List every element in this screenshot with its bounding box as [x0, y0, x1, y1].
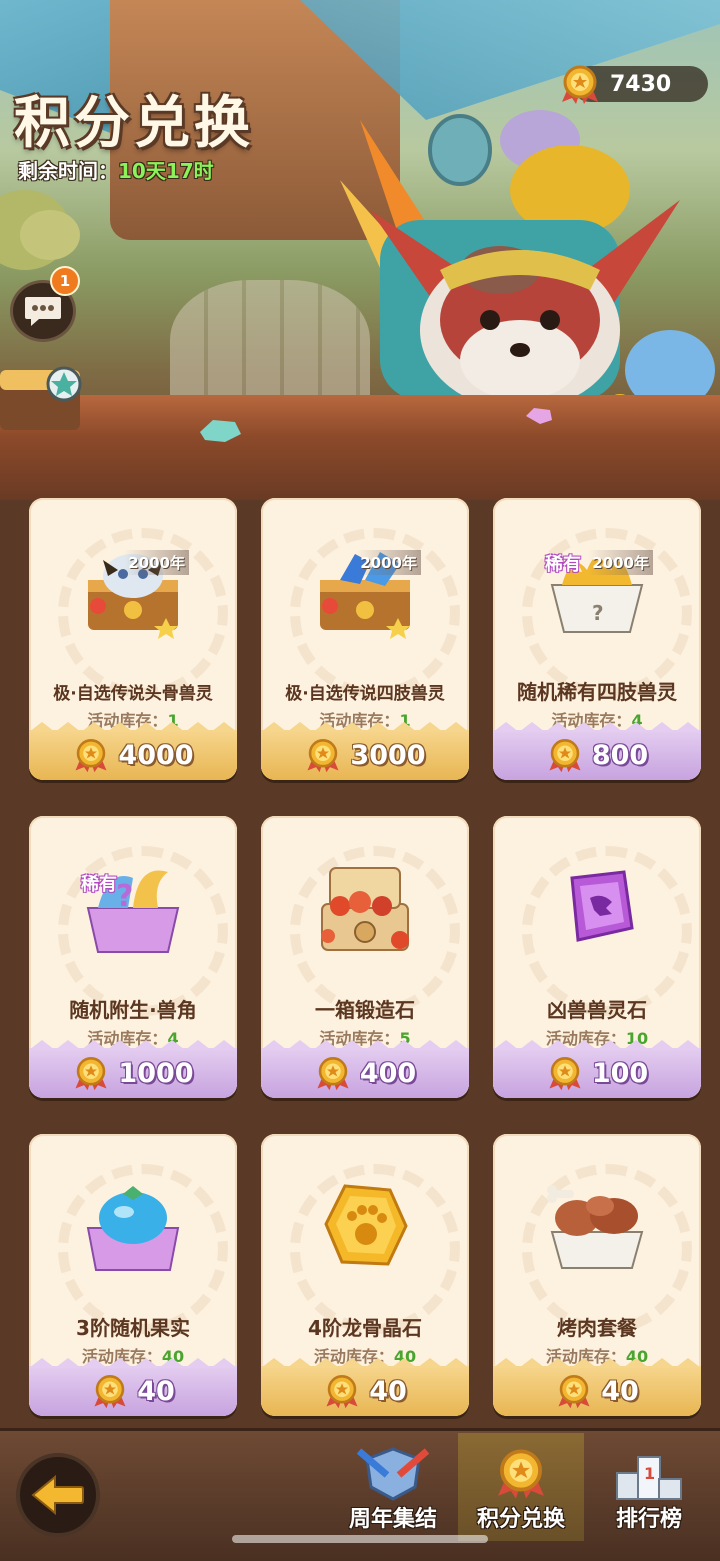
bush-decoration: [20, 210, 80, 260]
svg-text:?: ?: [116, 879, 133, 914]
gem-decoration: [526, 408, 552, 424]
item-price: 400: [359, 1057, 417, 1089]
price-bar: 3000: [261, 720, 469, 780]
exchange-item-card[interactable]: 4阶龙骨晶石 活动库存：40 40: [261, 1134, 469, 1416]
item-name: 随机附生·兽角: [69, 998, 197, 1022]
timer-value: 10天17时: [118, 159, 214, 183]
points-medal-icon: [326, 1375, 358, 1409]
home-indicator[interactable]: [232, 1535, 488, 1543]
exchange-item-card[interactable]: 3阶随机果实 活动库存：40 40: [29, 1134, 237, 1416]
chat-bubble-icon: [25, 297, 61, 326]
item-name: 烤肉套餐: [557, 1316, 637, 1340]
exchange-grid: 2000年 极·自选传说头骨兽灵 活动库存：1 4000 2000年: [0, 490, 720, 1430]
points-medal-icon: [558, 1375, 590, 1409]
rare-tag: 稀有: [545, 554, 581, 575]
blue-fruit-box-icon: [86, 1186, 180, 1271]
price-bar: 40: [493, 1356, 701, 1416]
points-medal-icon: [75, 1057, 107, 1091]
tab-points-exchange[interactable]: 积分兑换: [458, 1433, 584, 1541]
tab-anniversary[interactable]: 周年集结: [330, 1433, 456, 1541]
price-bar: 40: [29, 1356, 237, 1416]
back-arrow-icon: [31, 1475, 84, 1515]
countdown-timer: 剩余时间：10天17时: [18, 155, 214, 184]
item-name: 一箱锻造石: [315, 998, 415, 1022]
exchange-item-card[interactable]: 2000年 极·自选传说四肢兽灵 活动库存：1 3000: [261, 498, 469, 780]
exchange-item-card[interactable]: 凶兽兽灵石 活动库存：10 100: [493, 816, 701, 1098]
podium-icon: 1: [616, 1456, 682, 1500]
purple-beast-stone-icon: [570, 870, 634, 942]
item-price: 40: [369, 1375, 407, 1407]
exchange-item-card[interactable]: 2000年 极·自选传说头骨兽灵 活动库存：1 4000: [29, 498, 237, 780]
points-medal-icon: [75, 739, 107, 773]
item-price: 100: [591, 1057, 649, 1089]
exchange-item-card[interactable]: ? 稀有 2000年 随机稀有四肢兽灵 活动库存：4 800: [493, 498, 701, 780]
points-medal-icon: [498, 1449, 544, 1499]
item-name: 3阶随机果实: [76, 1316, 190, 1340]
points-medal-icon: [562, 65, 598, 104]
tab-leaderboard[interactable]: 1 排行榜: [586, 1433, 712, 1541]
roast-meat-box-icon: [547, 1185, 644, 1269]
item-price: 1000: [118, 1057, 194, 1089]
item-price: 4000: [118, 739, 194, 771]
points-medal-icon: [317, 1057, 349, 1091]
timer-label: 剩余时间：: [18, 159, 118, 183]
exchange-item-card[interactable]: 烤肉套餐 活动库存：40 40: [493, 1134, 701, 1416]
item-name: 极·自选传说头骨兽灵: [53, 684, 213, 704]
points-medal-icon: [549, 739, 581, 773]
star-chest-icon: [0, 366, 82, 430]
exchange-item-card[interactable]: ? 稀有 随机附生·兽角 活动库存：4 1000: [29, 816, 237, 1098]
rare-tag: 稀有: [81, 874, 117, 895]
points-value: 7430: [610, 71, 672, 97]
tab-label: 排行榜: [615, 1507, 682, 1532]
item-price: 40: [601, 1375, 639, 1407]
year-tag: 2000年: [356, 550, 421, 575]
item-price: 800: [591, 739, 649, 771]
item-name: 凶兽兽灵石: [547, 998, 647, 1022]
shop-counter: [0, 395, 720, 500]
tab-label: 积分兑换: [476, 1507, 565, 1532]
item-name: 随机稀有四肢兽灵: [517, 680, 677, 704]
price-bar: 40: [261, 1356, 469, 1416]
svg-text:1: 1: [644, 1464, 655, 1483]
item-name: 4阶龙骨晶石: [308, 1316, 422, 1340]
item-price: 40: [137, 1375, 175, 1407]
points-medal-icon: [549, 1057, 581, 1091]
chat-notification-badge: 1: [50, 266, 80, 296]
points-balance: 7430: [562, 65, 708, 104]
svg-text:?: ?: [592, 601, 604, 625]
item-name: 极·自选传说四肢兽灵: [285, 684, 445, 704]
price-bar: 1000: [29, 1038, 237, 1098]
year-tag: 2000年: [124, 550, 189, 575]
price-bar: 4000: [29, 720, 237, 780]
forge-stone-chest-icon: [321, 867, 409, 951]
back-button[interactable]: [16, 1453, 100, 1537]
exchange-item-card[interactable]: 一箱锻造石 活动库存：5 400: [261, 816, 469, 1098]
price-bar: 100: [493, 1038, 701, 1098]
gem-decoration: [200, 420, 241, 442]
points-medal-icon: [94, 1375, 126, 1409]
price-bar: 400: [261, 1038, 469, 1098]
page-title: 积分兑换: [14, 91, 254, 156]
points-medal-icon: [307, 739, 339, 773]
anniversary-shield-icon: [356, 1447, 430, 1501]
year-tag: 2000年: [588, 550, 653, 575]
price-bar: 800: [493, 720, 701, 780]
gold-paw-crystal-icon: [324, 1184, 408, 1266]
merchant-fox-character: [340, 110, 715, 420]
item-price: 3000: [350, 739, 426, 771]
tab-label: 周年集结: [348, 1507, 437, 1532]
